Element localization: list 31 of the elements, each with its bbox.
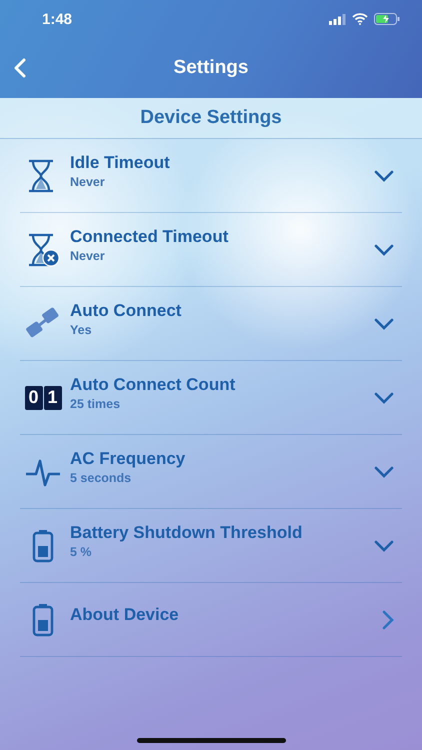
page-title: Settings: [174, 57, 248, 79]
setting-value: 5 %: [70, 544, 93, 558]
setting-value: Yes: [70, 322, 93, 336]
setting-title: About Device: [70, 604, 180, 624]
chevron-down-icon[interactable]: [374, 318, 394, 330]
battery-status-icon: [374, 13, 400, 25]
setting-value: Never: [70, 174, 106, 188]
chevron-down-icon[interactable]: [374, 540, 394, 552]
battery-icon: [32, 602, 54, 636]
chevron-down-icon[interactable]: [374, 466, 394, 478]
setting-title: Auto Connect Count: [70, 374, 236, 394]
setting-title: Battery Shutdown Threshold: [70, 522, 304, 542]
counter-digit: 0: [24, 386, 42, 410]
chevron-down-icon[interactable]: [374, 244, 394, 256]
setting-title: Connected Timeout: [70, 226, 230, 246]
setting-title: Auto Connect: [70, 300, 182, 320]
setting-value: 25 times: [70, 396, 122, 410]
chevron-right-icon[interactable]: [382, 610, 394, 630]
setting-title: Idle Timeout: [70, 152, 171, 172]
signal-icon: [329, 14, 346, 24]
pulse-icon: [25, 456, 61, 486]
setting-title: AC Frequency: [70, 448, 186, 468]
chevron-down-icon[interactable]: [374, 392, 394, 404]
setting-value: Never: [70, 248, 106, 262]
section-title: Device Settings: [140, 107, 282, 129]
wifi-icon: [352, 13, 368, 25]
status-time: 1:48: [42, 10, 72, 28]
setting-value: 5 seconds: [70, 470, 132, 484]
counter-digit: 1: [44, 386, 62, 410]
battery-icon: [32, 528, 54, 562]
chevron-down-icon[interactable]: [374, 170, 394, 182]
